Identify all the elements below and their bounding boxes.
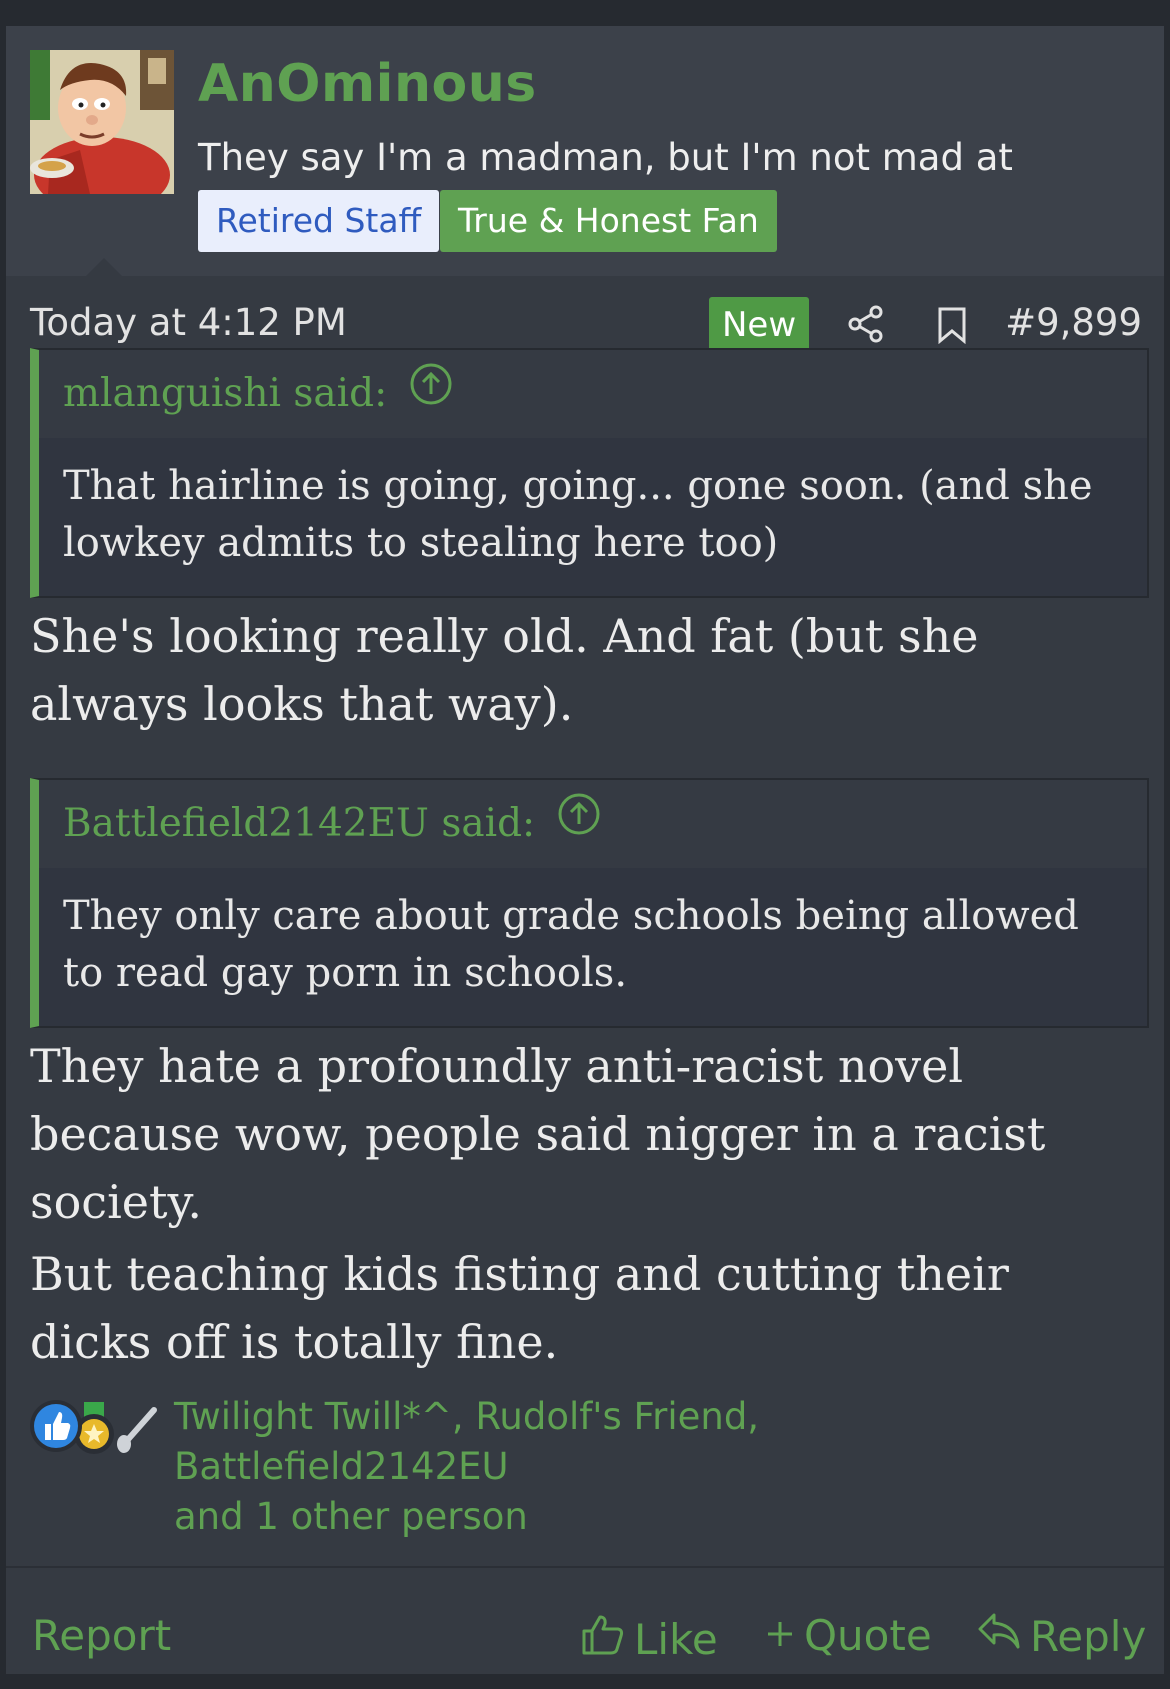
quote-block: Battlefield2142EU said: They only care a…	[30, 778, 1149, 1028]
quote-text: They only care about grade schools being…	[63, 893, 1079, 996]
report-button[interactable]: Report	[32, 1611, 171, 1660]
badge-true-honest-fan: True & Honest Fan	[440, 190, 777, 252]
reaction-others[interactable]: and 1 other person	[174, 1492, 1074, 1542]
forum-post: AnOminous They say I'm a madman, but I'm…	[6, 26, 1164, 1674]
reply-label: Reply	[1030, 1611, 1147, 1661]
new-badge: New	[709, 297, 810, 353]
quote-attribution[interactable]: Battlefield2142EU said:	[63, 780, 535, 868]
bookmark-icon[interactable]	[936, 306, 968, 348]
report-label: Report	[32, 1611, 172, 1660]
quote-block: mlanguishi said: That hairline is going,…	[30, 348, 1149, 598]
spoon-icon	[117, 1407, 157, 1453]
quote-attribution[interactable]: mlanguishi said:	[63, 350, 387, 438]
reply-button[interactable]: Reply	[976, 1611, 1146, 1661]
reaction-icons[interactable]	[26, 1386, 176, 1466]
quote-header: Battlefield2142EU said:	[39, 780, 1147, 868]
post-paragraph: They hate a profoundly anti-racist novel…	[30, 1039, 1046, 1229]
badge-retired-staff: Retired Staff	[198, 190, 440, 252]
post-author-header: AnOminous They say I'm a madman, but I'm…	[6, 26, 1164, 276]
header-pointer-arrow	[86, 258, 122, 276]
reply-arrow-icon	[976, 1611, 1030, 1661]
share-icon[interactable]	[846, 304, 886, 348]
arrow-up-circle-icon[interactable]	[409, 350, 453, 438]
quote-header: mlanguishi said:	[39, 350, 1147, 438]
thumbs-up-icon	[30, 1400, 82, 1452]
quote-text: That hairline is going, going... gone so…	[63, 463, 1093, 566]
post-paragraph: She's looking really old. And fat (but s…	[30, 609, 979, 731]
post-number-link[interactable]: #9,899	[1005, 301, 1142, 344]
thumbs-up-outline-icon	[580, 1611, 634, 1667]
quote-button[interactable]: Quote	[764, 1611, 932, 1660]
like-label: Like	[634, 1614, 718, 1664]
arrow-up-circle-icon[interactable]	[557, 780, 601, 868]
footer-divider	[6, 1566, 1164, 1568]
quote-label: Quote	[804, 1611, 932, 1660]
reaction-names[interactable]: Twilight Twill*^, Rudolf's Friend, Battl…	[174, 1392, 1074, 1542]
like-button[interactable]: Like	[580, 1611, 718, 1667]
post-paragraph: But teaching kids fisting and cutting th…	[30, 1247, 1009, 1369]
avatar[interactable]	[30, 50, 174, 194]
username[interactable]: AnOminous	[198, 54, 537, 114]
post-timestamp[interactable]: Today at 4:12 PM	[30, 301, 347, 344]
reaction-users[interactable]: Twilight Twill*^, Rudolf's Friend, Battl…	[174, 1392, 1074, 1492]
plus-icon	[764, 1611, 804, 1660]
